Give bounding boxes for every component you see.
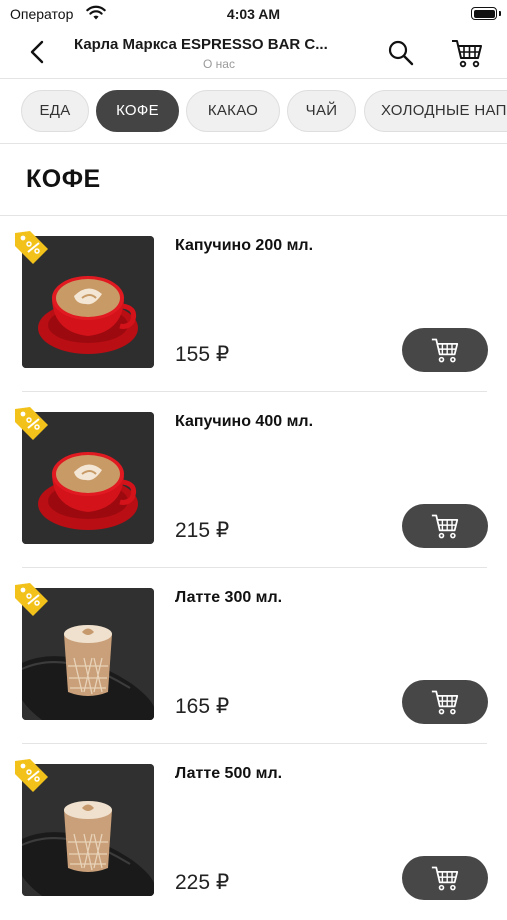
cart-icon — [431, 514, 459, 539]
product-item: Капучино 200 мл. 155 ₽ — [0, 216, 507, 392]
product-price: 155 ₽ — [175, 343, 230, 366]
cart-icon — [431, 866, 459, 891]
product-item: Латте 500 мл. 225 ₽ — [0, 744, 507, 920]
discount-tag-icon — [15, 583, 48, 616]
tab-food[interactable]: ЕДА — [21, 90, 89, 132]
product-price: 165 ₽ — [175, 695, 230, 718]
cart-icon — [431, 690, 459, 715]
clock: 4:03 AM — [226, 6, 281, 22]
battery-icon — [471, 7, 497, 20]
category-tabs: ЕДА КОФЕ КАКАО ЧАЙ ХОЛОДНЫЕ НАПИТКИ — [0, 79, 507, 144]
about-link[interactable]: О нас — [74, 57, 364, 71]
tab-coffee[interactable]: КОФЕ — [96, 90, 179, 132]
add-to-cart-button[interactable] — [402, 504, 488, 548]
product-name[interactable]: Капучино 400 мл. — [175, 413, 313, 431]
product-item: Латте 300 мл. 165 ₽ — [0, 568, 507, 744]
discount-tag-icon — [15, 231, 48, 264]
tab-cold-drinks[interactable]: ХОЛОДНЫЕ НАПИТКИ — [364, 90, 507, 132]
section-title: КОФЕ — [26, 165, 101, 193]
page-title: Карла Маркса ESPRESSO BAR C... — [74, 36, 328, 53]
cart-icon — [431, 338, 459, 363]
discount-tag-icon — [15, 407, 48, 440]
tab-tea[interactable]: ЧАЙ — [287, 90, 356, 132]
discount-tag-icon — [15, 759, 48, 792]
product-price: 225 ₽ — [175, 871, 230, 894]
product-name[interactable]: Латте 500 мл. — [175, 765, 282, 783]
battery-tip — [499, 11, 501, 16]
navigation-bar: Карла Маркса ESPRESSO BAR C... О нас — [0, 28, 507, 79]
product-price: 215 ₽ — [175, 519, 230, 542]
tab-cocoa[interactable]: КАКАО — [186, 90, 280, 132]
add-to-cart-button[interactable] — [402, 680, 488, 724]
cart-icon[interactable] — [450, 37, 484, 69]
add-to-cart-button[interactable] — [402, 328, 488, 372]
product-name[interactable]: Латте 300 мл. — [175, 589, 282, 607]
search-icon[interactable] — [386, 38, 416, 68]
status-bar: Оператор 4:03 AM — [0, 0, 507, 28]
product-name[interactable]: Капучино 200 мл. — [175, 237, 313, 255]
product-item: Капучино 400 мл. 215 ₽ — [0, 392, 507, 568]
add-to-cart-button[interactable] — [402, 856, 488, 900]
chevron-left-icon[interactable] — [24, 38, 52, 66]
